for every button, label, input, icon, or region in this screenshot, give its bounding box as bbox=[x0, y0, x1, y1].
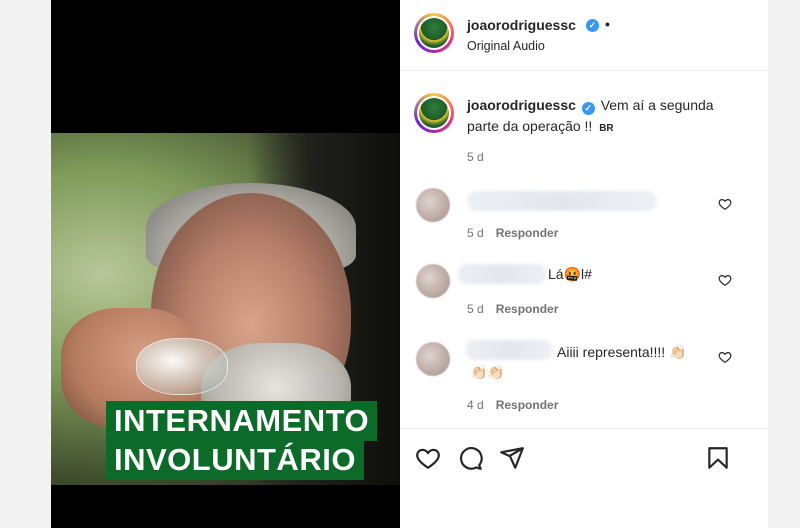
reply-button[interactable]: Responder bbox=[496, 398, 559, 412]
comment-blurred-username bbox=[457, 264, 547, 284]
post-caption: joaorodriguessc ✓ Vem aí a segunda parte… bbox=[467, 95, 737, 139]
caption-verified-icon: ✓ bbox=[581, 102, 595, 115]
send-icon[interactable] bbox=[499, 445, 525, 471]
post-side-panel: joaorodriguessc ✓ • Original Audio joaor… bbox=[400, 0, 768, 528]
comment-text: Lá🤬l# bbox=[548, 266, 592, 282]
photo-glass bbox=[136, 338, 228, 395]
comment-text-line2: 👏🏻👏🏻 bbox=[470, 364, 505, 380]
comment-icon[interactable] bbox=[457, 445, 483, 471]
comment-meta: 5 d Responder bbox=[467, 302, 558, 316]
overlay-text-line1: INTERNAMENTO bbox=[106, 401, 378, 441]
post-media[interactable]: INTERNAMENTO INVOLUNTÁRIO bbox=[51, 0, 400, 528]
comment-text: Aiiii representa!!!! 👏🏻 bbox=[557, 344, 687, 360]
comment-meta: 4 d Responder bbox=[467, 398, 558, 412]
comment-avatar[interactable] bbox=[416, 264, 450, 298]
heart-icon[interactable] bbox=[718, 197, 732, 211]
reply-button[interactable]: Responder bbox=[496, 226, 559, 240]
audio-label[interactable]: Original Audio bbox=[467, 39, 545, 53]
verified-badge-icon: ✓ bbox=[586, 19, 599, 32]
comment-avatar[interactable] bbox=[416, 342, 450, 376]
post-photo: INTERNAMENTO INVOLUNTÁRIO bbox=[51, 133, 400, 485]
caption-age: 5 d bbox=[467, 150, 484, 164]
caption-flag: BR bbox=[599, 123, 614, 134]
post-header: joaorodriguessc ✓ • Original Audio bbox=[400, 0, 768, 71]
caption-username[interactable]: joaorodriguessc bbox=[467, 97, 576, 113]
author-username[interactable]: joaorodriguessc bbox=[467, 17, 576, 33]
comment-age: 5 d bbox=[467, 302, 484, 316]
comment-avatar[interactable] bbox=[416, 188, 450, 222]
action-bar bbox=[400, 428, 768, 489]
comment-age: 4 d bbox=[467, 398, 484, 412]
comment-blurred-content bbox=[467, 191, 657, 211]
author-avatar[interactable] bbox=[414, 13, 454, 53]
comment-age: 5 d bbox=[467, 226, 484, 240]
comment-meta: 5 d Responder bbox=[467, 226, 558, 240]
heart-icon[interactable] bbox=[718, 350, 732, 364]
reply-button[interactable]: Responder bbox=[496, 302, 559, 316]
heart-icon[interactable] bbox=[718, 273, 732, 287]
bookmark-icon[interactable] bbox=[705, 445, 731, 471]
comment-blurred-username bbox=[465, 340, 553, 360]
like-heart-icon[interactable] bbox=[415, 445, 441, 471]
overlay-text-line2: INVOLUNTÁRIO bbox=[106, 440, 364, 480]
caption-author-avatar[interactable] bbox=[414, 93, 454, 133]
more-dot: • bbox=[605, 16, 610, 32]
